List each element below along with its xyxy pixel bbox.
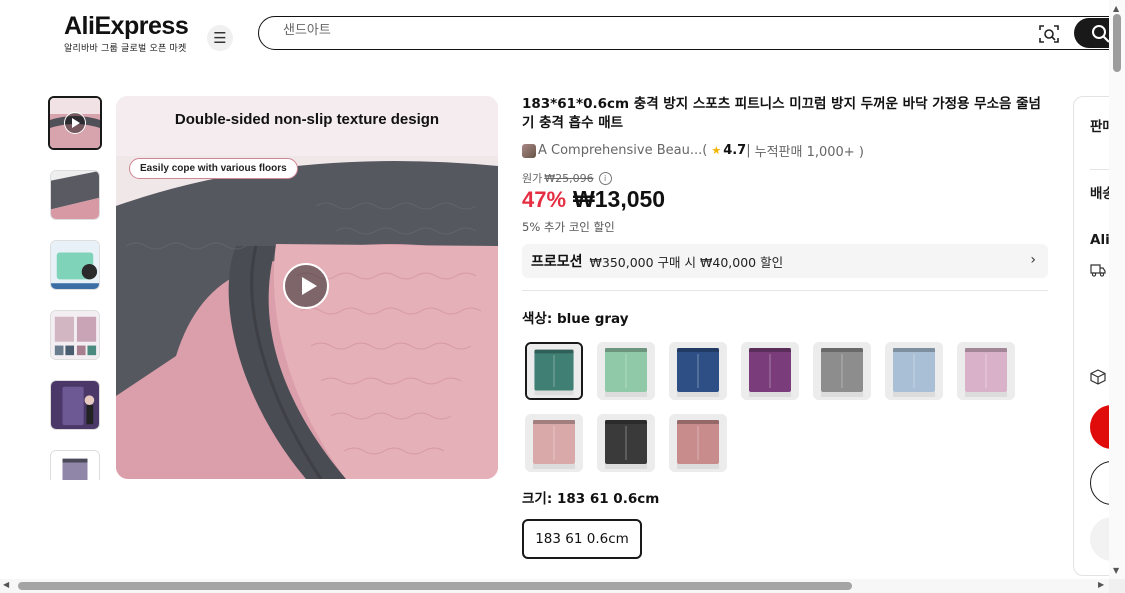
original-price: ₩25,096 <box>544 171 594 185</box>
color-swatch-mint[interactable] <box>597 342 655 400</box>
product-title: 183*61*0.6cm 충격 방지 스포츠 피트니스 미끄럼 방지 두꺼운 바… <box>522 96 1041 131</box>
promotion-banner[interactable]: 프로모션 ₩350,000 구매 시 ₩40,000 할인 › <box>522 244 1048 278</box>
image-search-icon[interactable] <box>1038 23 1060 45</box>
search-bar <box>258 16 1125 50</box>
main-product-image[interactable]: Double-sided non-slip texture design Eas… <box>116 96 498 479</box>
color-swatch-pink-purple[interactable] <box>957 342 1015 400</box>
aliexpress-logo[interactable]: AliExpress 알리바바 그룹 글로벌 오픈 마켓 <box>64 12 194 54</box>
thumbnail-list <box>48 96 102 480</box>
thumbnail-image-4[interactable] <box>50 310 100 360</box>
color-swatch-blue-gray[interactable] <box>525 342 583 400</box>
discount-percent: 47% <box>522 187 567 212</box>
menu-icon[interactable]: ☰ <box>207 25 233 51</box>
sold-count: 누적판매 1,000+ ) <box>754 145 864 160</box>
scroll-left-icon[interactable]: ◀ <box>3 580 9 589</box>
rating-separator: | <box>746 143 751 158</box>
promotion-text: ₩350,000 구매 시 ₩40,000 할인 <box>589 254 784 270</box>
rating-value[interactable]: 4.7 <box>723 143 746 158</box>
thumbnail-image-5[interactable] <box>50 380 100 430</box>
size-option[interactable]: 183 61 0.6cm <box>522 519 642 559</box>
scroll-up-icon[interactable]: ▲ <box>1113 4 1119 13</box>
brand-label: Ali <box>1090 232 1110 248</box>
divider <box>522 290 1048 291</box>
logo-text: AliExpress <box>64 12 189 40</box>
coin-discount: 5% 추가 코인 할인 <box>522 220 615 234</box>
price-row: 47% ₩13,050 <box>522 186 665 213</box>
color-swatch-navy[interactable] <box>669 342 727 400</box>
image-headline: Double-sided non-slip texture design <box>174 111 440 128</box>
play-icon <box>64 112 86 134</box>
search-input[interactable] <box>281 22 885 39</box>
vertical-scrollbar[interactable]: ▲ ▼ <box>1109 0 1125 579</box>
color-swatch-rose[interactable] <box>669 414 727 472</box>
store-avatar <box>522 143 536 158</box>
horizontal-scroll-thumb[interactable] <box>18 582 852 590</box>
image-feature-pill: Easily cope with various floors <box>129 158 298 179</box>
color-swatch-light-blue[interactable] <box>885 342 943 400</box>
play-icon[interactable] <box>283 263 329 309</box>
package-icon <box>1090 369 1106 385</box>
thumbnail-image-2[interactable] <box>50 170 100 220</box>
promotion-label: 프로모션 <box>531 254 583 270</box>
color-label: 색상: blue gray <box>522 311 629 327</box>
info-icon[interactable]: i <box>598 171 612 185</box>
color-swatch-pink[interactable] <box>525 414 583 472</box>
scroll-right-icon[interactable]: ▶ <box>1098 580 1104 589</box>
horizontal-scrollbar[interactable]: ◀ ▶ <box>0 579 1109 593</box>
color-swatch-purple[interactable] <box>741 342 799 400</box>
vertical-scroll-thumb[interactable] <box>1113 14 1121 72</box>
original-price-row: 원가 ₩25,096 i <box>522 170 612 186</box>
scrollbar-corner <box>1109 579 1125 593</box>
chevron-right-icon: › <box>1030 252 1036 268</box>
color-swatch-black[interactable] <box>597 414 655 472</box>
size-label: 크기: 183 61 0.6cm <box>522 491 660 507</box>
logo-subtitle: 알리바바 그룹 글로벌 오픈 마켓 <box>64 44 187 54</box>
rating-open-paren: ( <box>702 143 708 158</box>
store-link[interactable]: A Comprehensive Beau... <box>538 143 702 158</box>
original-price-label: 원가 <box>522 172 543 185</box>
truck-icon <box>1090 264 1106 277</box>
scroll-down-icon[interactable]: ▼ <box>1113 566 1119 575</box>
thumbnail-video[interactable] <box>48 96 102 150</box>
star-icon: ★ <box>711 144 722 157</box>
store-rating-row: A Comprehensive Beau... ( ★ 4.7 | 누적판매 1… <box>522 141 864 160</box>
color-swatch-gray[interactable] <box>813 342 871 400</box>
thumbnail-image-3[interactable] <box>50 240 100 290</box>
search-icon <box>1092 25 1110 43</box>
sale-price: ₩13,050 <box>573 186 666 212</box>
thumbnail-image-6[interactable] <box>50 450 100 480</box>
